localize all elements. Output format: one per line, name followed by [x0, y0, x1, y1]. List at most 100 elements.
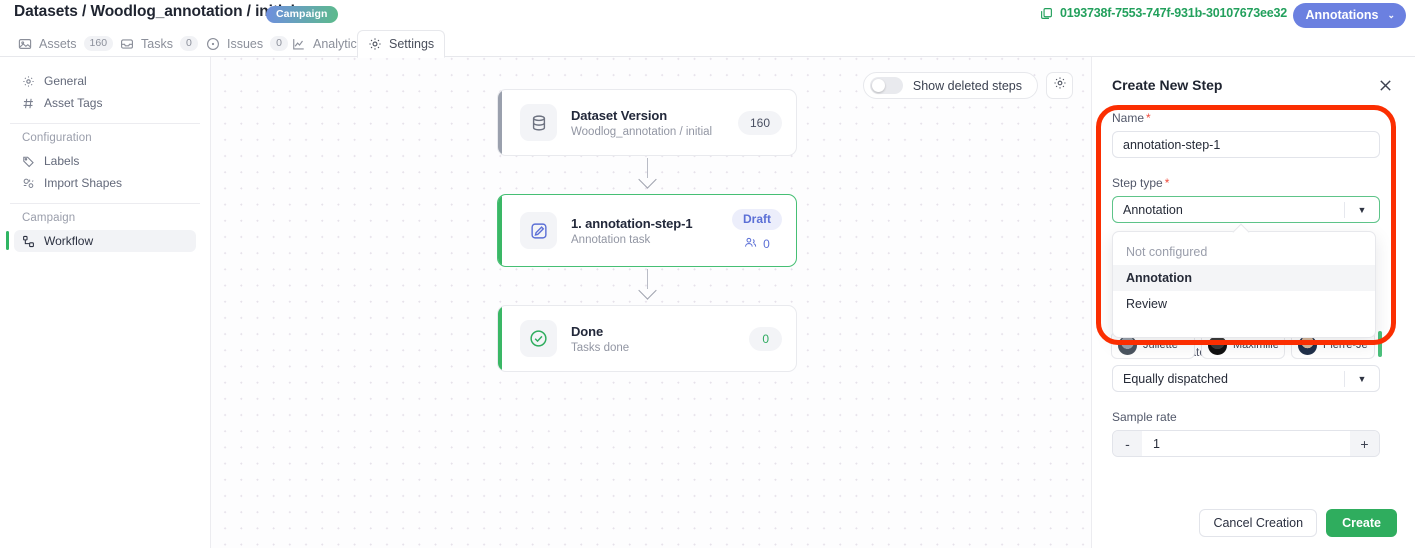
assignee-scroll-indicator [1378, 331, 1382, 357]
gear-icon [368, 37, 382, 51]
avatar [1118, 335, 1137, 355]
arrow-head-icon [638, 281, 657, 300]
cancel-creation-button[interactable]: Cancel Creation [1199, 509, 1318, 537]
sidebar-item-label: Asset Tags [44, 96, 103, 110]
copy-icon[interactable] [1040, 7, 1053, 20]
sidebar-item-workflow[interactable]: Workflow [6, 230, 196, 252]
workflow-icon [22, 235, 35, 248]
dropdown-option-review[interactable]: Review [1113, 291, 1375, 317]
sidebar-item-label: Import Shapes [44, 176, 123, 190]
assignee-name: Juliette [1143, 339, 1178, 351]
inbox-icon [120, 37, 134, 51]
canvas-settings-button[interactable] [1046, 72, 1073, 99]
sample-rate-stepper[interactable]: - 1 + [1112, 430, 1380, 457]
tab-settings[interactable]: Settings [357, 30, 446, 58]
create-button[interactable]: Create [1326, 509, 1397, 537]
tab-assets[interactable]: Assets 160 [8, 30, 123, 57]
sidebar-group-configuration: Configuration [22, 132, 92, 144]
arrow-head-icon [638, 170, 657, 189]
step-type-label: Step type * [1112, 176, 1395, 190]
sample-rate-value[interactable]: 1 [1142, 437, 1350, 451]
flow-arrow [497, 156, 797, 194]
tab-count: 160 [83, 35, 114, 52]
tab-label: Tasks [141, 36, 173, 51]
chevron-down-icon[interactable]: ▼ [1345, 374, 1379, 384]
sidebar-item-labels[interactable]: Labels [14, 150, 196, 172]
card-title: Done [571, 323, 604, 339]
show-deleted-steps-label: Show deleted steps [912, 78, 1022, 93]
gear-icon [22, 75, 35, 88]
sidebar-item-general[interactable]: General [14, 70, 196, 92]
canvas-toolbar: Show deleted steps [862, 72, 1073, 99]
required-marker: * [1164, 176, 1170, 190]
sidebar-item-asset-tags[interactable]: Asset Tags [14, 92, 196, 114]
app-root: Datasets / Woodlog_annotation / initial … [0, 0, 1415, 548]
gear-icon [1053, 76, 1067, 95]
shapes-icon [22, 177, 35, 190]
avatar [1298, 335, 1317, 355]
database-icon [520, 104, 557, 141]
step-type-label-text: Step type [1112, 176, 1163, 190]
chevron-down-icon[interactable]: ▼ [1345, 205, 1379, 215]
campaign-badge: Campaign [266, 6, 338, 23]
card-title: 1. annotation-step-1 [571, 215, 693, 231]
sidebar-item-label: General [44, 74, 87, 88]
sidebar-group-campaign: Campaign [22, 212, 76, 224]
decrement-button[interactable]: - [1113, 431, 1142, 456]
sidebar-divider [10, 123, 200, 124]
done-count-badge: 0 [749, 326, 782, 351]
panel-footer: Cancel Creation Create [1199, 509, 1397, 537]
step-type-dropdown-menu[interactable]: Not configured Annotation Review [1112, 231, 1376, 338]
increment-button[interactable]: + [1350, 431, 1379, 456]
dropdown-option-not-configured[interactable]: Not configured [1113, 239, 1375, 265]
dropdown-option-annotation[interactable]: Annotation [1113, 265, 1375, 291]
panel-title: Create New Step [1112, 77, 1223, 93]
workflow-card-done[interactable]: Done Tasks done 0 [497, 305, 797, 372]
workflow-card-dataset-version[interactable]: Dataset Version Woodlog_annotation / ini… [497, 89, 797, 156]
dataset-id-text: 0193738f-7553-747f-931b-30107673ee32 [1059, 6, 1287, 20]
dataset-id[interactable]: 0193738f-7553-747f-931b-30107673ee32 [1040, 6, 1287, 20]
card-meta: Draft 0 [731, 209, 782, 252]
top-bar: Datasets / Woodlog_annotation / initial … [0, 0, 1415, 30]
sidebar-item-import-shapes[interactable]: Import Shapes [14, 172, 196, 194]
name-label: Name * [1112, 111, 1395, 125]
status-badge: Draft [731, 209, 782, 230]
card-meta: 0 [749, 326, 782, 351]
sidebar-divider [10, 203, 200, 204]
asset-count-badge: 160 [737, 110, 782, 135]
avatar [1208, 335, 1227, 355]
workflow-card-annotation-step-1[interactable]: 1. annotation-step-1 Annotation task Dra… [497, 194, 797, 267]
name-input[interactable]: annotation-step-1 [1112, 131, 1380, 158]
assets-split-select[interactable]: Equally dispatched ▼ [1112, 365, 1380, 392]
tab-bar: Assets 160 Tasks 0 Issues 0 Analytics Se… [0, 30, 1415, 58]
sample-rate-label: Sample rate [1112, 410, 1177, 424]
assets-split-value: Equally dispatched [1123, 371, 1228, 386]
annotations-label: Annotations [1305, 8, 1379, 22]
card-title: Dataset Version [571, 107, 668, 123]
settings-sidebar: General Asset Tags Configuration Labels [0, 57, 211, 548]
assignee-name: Maximilie [1233, 339, 1278, 351]
workflow-canvas: Show deleted steps Dataset Version Woodl… [211, 57, 1091, 548]
image-icon [18, 37, 32, 51]
breadcrumb[interactable]: Datasets / Woodlog_annotation / initial [14, 3, 295, 21]
card-subtitle: Annotation task [571, 233, 651, 246]
step-type-select[interactable]: Annotation ▼ [1112, 196, 1380, 223]
name-input-value: annotation-step-1 [1123, 137, 1221, 152]
assignee-name: Pierre-Jea [1323, 339, 1368, 351]
show-deleted-steps-toggle[interactable]: Show deleted steps [862, 72, 1038, 99]
card-text: 1. annotation-step-1 Annotation task [571, 216, 732, 246]
toggle-switch[interactable] [869, 77, 903, 94]
close-icon[interactable] [1377, 77, 1397, 97]
card-meta: 160 [737, 110, 782, 135]
card-subtitle: Tasks done [571, 341, 630, 354]
name-label-text: Name [1112, 111, 1145, 125]
chevron-down-icon: ⌄ [1387, 9, 1395, 20]
card-text: Done Tasks done [571, 324, 749, 354]
edit-square-icon [520, 212, 557, 249]
annotations-button[interactable]: Annotations ⌄ [1292, 3, 1406, 28]
card-text: Dataset Version Woodlog_annotation / ini… [571, 108, 738, 138]
tab-tasks[interactable]: Tasks 0 [110, 30, 208, 57]
tag-icon [22, 155, 35, 168]
assignee-count: 0 [744, 236, 770, 252]
sidebar-item-label: Labels [44, 154, 80, 168]
